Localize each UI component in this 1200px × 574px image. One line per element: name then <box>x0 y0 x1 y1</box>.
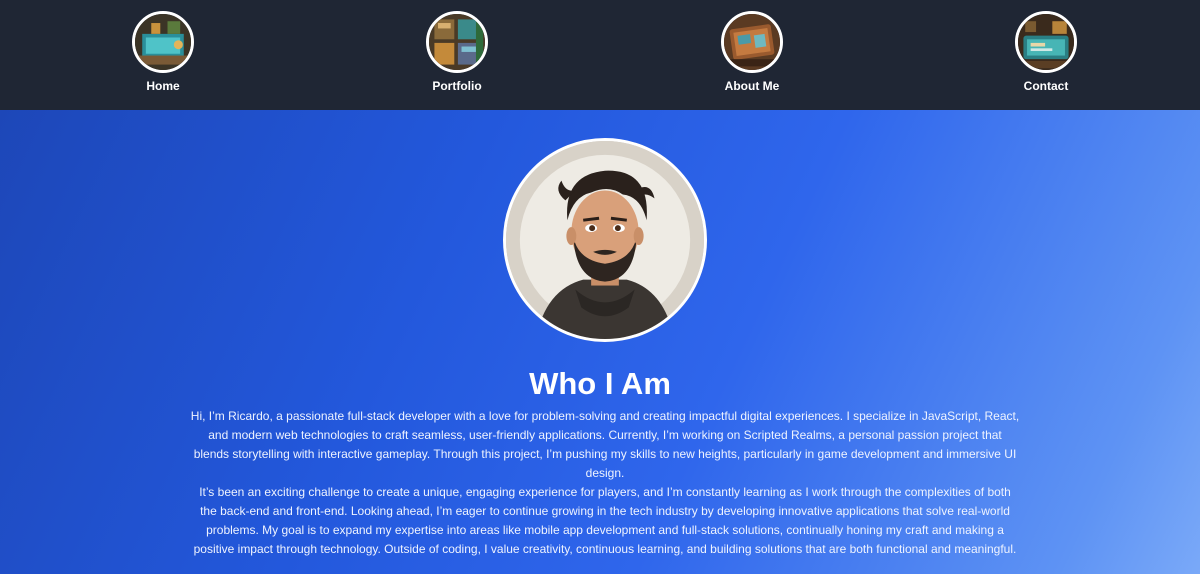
bio-paragraph-1: Hi, I’m Ricardo, a passionate full-stack… <box>190 409 1020 480</box>
nav-item-portfolio[interactable]: Portfolio <box>397 11 517 93</box>
home-thumbnail-icon[interactable] <box>132 11 194 73</box>
nav-label-contact: Contact <box>1023 79 1069 93</box>
about-section: Who I Am Hi, I’m Ricardo, a passionate f… <box>0 110 1200 574</box>
top-navbar: Home Portfolio About Me Contact <box>0 0 1200 110</box>
contact-thumbnail-icon[interactable] <box>1015 11 1077 73</box>
nav-item-home[interactable]: Home <box>103 11 223 93</box>
nav-item-about[interactable]: About Me <box>692 11 812 93</box>
nav-item-contact[interactable]: Contact <box>986 11 1106 93</box>
profile-avatar <box>503 138 707 342</box>
avatar-portrait-icon <box>506 141 704 339</box>
bio-paragraph-2: It’s been an exciting challenge to creat… <box>193 485 1017 556</box>
portfolio-thumbnail-icon[interactable] <box>426 11 488 73</box>
nav-label-about: About Me <box>724 79 780 93</box>
section-title: Who I Am <box>529 366 671 401</box>
about-thumbnail-icon[interactable] <box>721 11 783 73</box>
nav-label-portfolio: Portfolio <box>432 79 482 93</box>
nav-label-home: Home <box>146 79 180 93</box>
